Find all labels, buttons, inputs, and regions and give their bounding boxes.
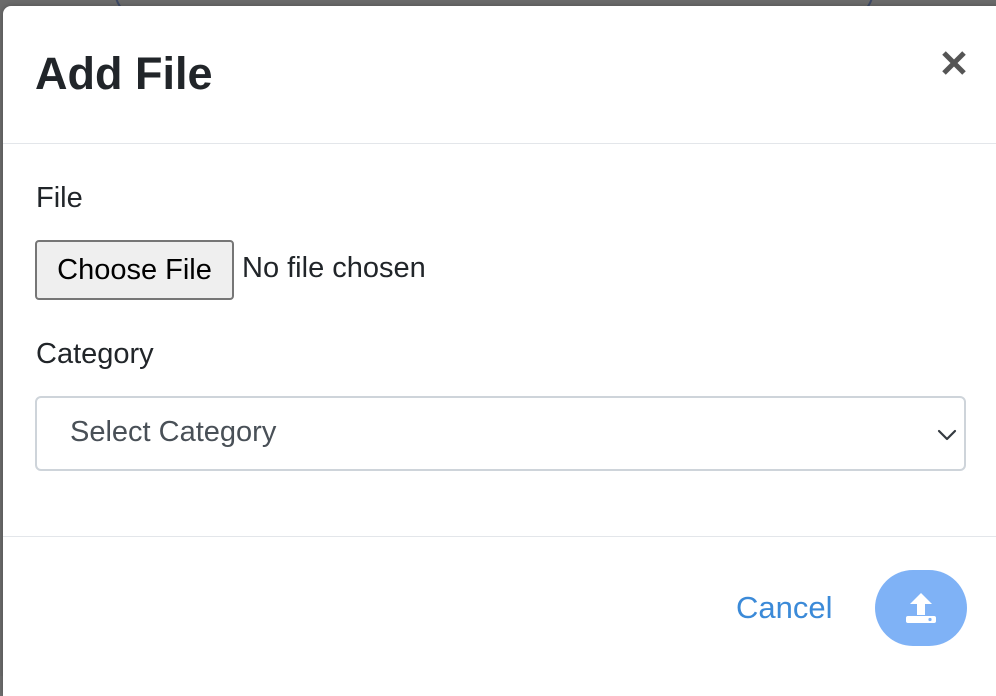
choose-file-button[interactable]: Choose File: [35, 240, 234, 300]
footer-divider: [3, 536, 996, 537]
close-button[interactable]: [937, 46, 971, 80]
category-select[interactable]: Select Category: [35, 396, 966, 471]
cancel-button[interactable]: Cancel: [736, 590, 833, 626]
upload-icon: [875, 588, 967, 628]
close-icon: [937, 46, 971, 80]
file-label: File: [36, 182, 83, 214]
header-divider: [3, 143, 996, 144]
category-select-value: Select Category: [70, 416, 277, 448]
file-status-text: No file chosen: [242, 252, 426, 284]
upload-button[interactable]: [875, 570, 967, 646]
chevron-down-icon: [936, 424, 958, 451]
add-file-modal: Add File File Choose File No file chosen…: [3, 6, 996, 696]
category-label: Category: [36, 338, 154, 370]
modal-title: Add File: [35, 48, 213, 99]
